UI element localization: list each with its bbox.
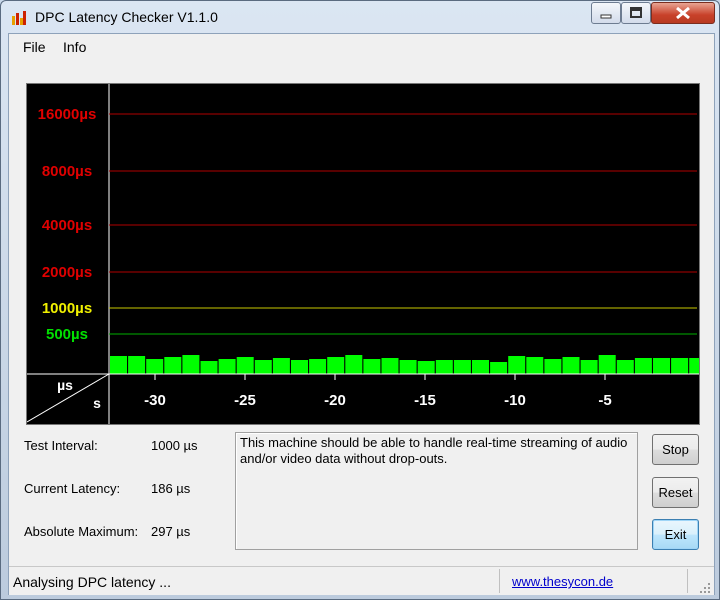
latency-bar	[146, 359, 164, 374]
latency-bar	[309, 359, 327, 374]
menu-bar: File Info	[9, 34, 714, 60]
latency-bar	[435, 360, 453, 374]
latency-bar	[327, 357, 345, 374]
y-axis-label: 2000µs	[42, 264, 92, 281]
x-axis-label: -5	[598, 392, 611, 409]
latency-bar	[110, 356, 127, 374]
latency-bar	[363, 359, 381, 374]
latency-bar	[164, 357, 182, 374]
latency-bar	[399, 360, 417, 374]
latency-bar	[598, 355, 616, 374]
x-axis-label: -15	[414, 392, 436, 409]
absolute-maximum-value: 297 µs	[151, 524, 191, 539]
window-title: DPC Latency Checker V1.1.0	[35, 9, 218, 25]
close-button[interactable]	[651, 2, 715, 24]
latency-bar	[526, 357, 544, 374]
latency-bar	[562, 357, 580, 374]
latency-chart-svg: 16000µs 8000µs 4000µs 2000µs 1000µs 500µs µs s -…	[27, 84, 699, 424]
latency-bar	[472, 360, 489, 374]
menu-info[interactable]: Info	[63, 39, 86, 55]
latency-bar	[345, 355, 363, 374]
website-link[interactable]: www.thesycon.de	[512, 574, 613, 589]
status-bar: Analysing DPC latency ... www.thesycon.d…	[9, 566, 714, 595]
stop-button[interactable]: Stop	[652, 434, 699, 465]
minimize-button[interactable]	[591, 2, 621, 24]
x-axis-label: -10	[504, 392, 526, 409]
x-axis-label: -20	[324, 392, 346, 409]
latency-bar	[616, 360, 634, 374]
latency-bar	[653, 358, 670, 374]
latency-plot: 16000µs 8000µs 4000µs 2000µs 1000µs 500µs µs s -…	[26, 83, 700, 425]
status-message-box: This machine should be able to handle re…	[235, 432, 638, 550]
reset-button[interactable]: Reset	[652, 477, 699, 508]
latency-bar	[272, 358, 290, 374]
status-divider	[499, 569, 500, 593]
latency-bar	[381, 358, 399, 374]
latency-bar	[453, 360, 471, 374]
latency-bar	[490, 362, 508, 374]
exit-button[interactable]: Exit	[652, 519, 699, 550]
corner-unit-label: µs	[57, 377, 73, 393]
test-interval-value: 1000 µs	[151, 438, 198, 453]
bar-chart-app-icon	[11, 10, 27, 26]
latency-bar	[580, 360, 598, 374]
x-axis-label: -25	[234, 392, 256, 409]
latency-bar	[128, 356, 146, 374]
maximize-button[interactable]	[621, 2, 651, 24]
client-area: File Info 16000µs 8000µs 4000µs 2000µs 1000µ…	[8, 33, 715, 595]
y-axis-label: 16000µs	[38, 106, 97, 123]
corner-seconds-label: s	[93, 395, 101, 411]
test-interval-label: Test Interval:	[24, 438, 98, 453]
y-axis-label: 1000µs	[42, 300, 92, 317]
latency-bar	[200, 361, 218, 374]
current-latency-label: Current Latency:	[24, 481, 121, 496]
latency-bar	[417, 361, 435, 374]
resize-grip-icon[interactable]	[699, 581, 711, 593]
latency-bar	[544, 359, 562, 374]
latency-bar	[508, 356, 526, 374]
latency-bar	[182, 355, 200, 374]
latency-bar	[671, 358, 689, 374]
status-divider	[687, 569, 688, 593]
y-axis-label: 8000µs	[42, 163, 92, 180]
latency-bar	[236, 357, 254, 374]
absolute-maximum-label: Absolute Maximum:	[24, 524, 139, 539]
status-text: Analysing DPC latency ...	[13, 574, 171, 590]
y-axis-label: 4000µs	[42, 217, 92, 234]
app-window: DPC Latency Checker V1.1.0 File Info 160…	[0, 0, 720, 600]
latency-bar	[634, 358, 652, 374]
latency-bar	[291, 360, 308, 374]
title-bar[interactable]: DPC Latency Checker V1.1.0	[1, 1, 719, 33]
current-latency-value: 186 µs	[151, 481, 191, 496]
y-axis-label: 500µs	[46, 326, 88, 343]
x-axis-label: -30	[144, 392, 166, 409]
latency-bar	[689, 358, 699, 374]
menu-file[interactable]: File	[23, 39, 46, 55]
status-message: This machine should be able to handle re…	[240, 435, 628, 466]
latency-bar	[254, 360, 272, 374]
latency-bar	[218, 359, 236, 374]
